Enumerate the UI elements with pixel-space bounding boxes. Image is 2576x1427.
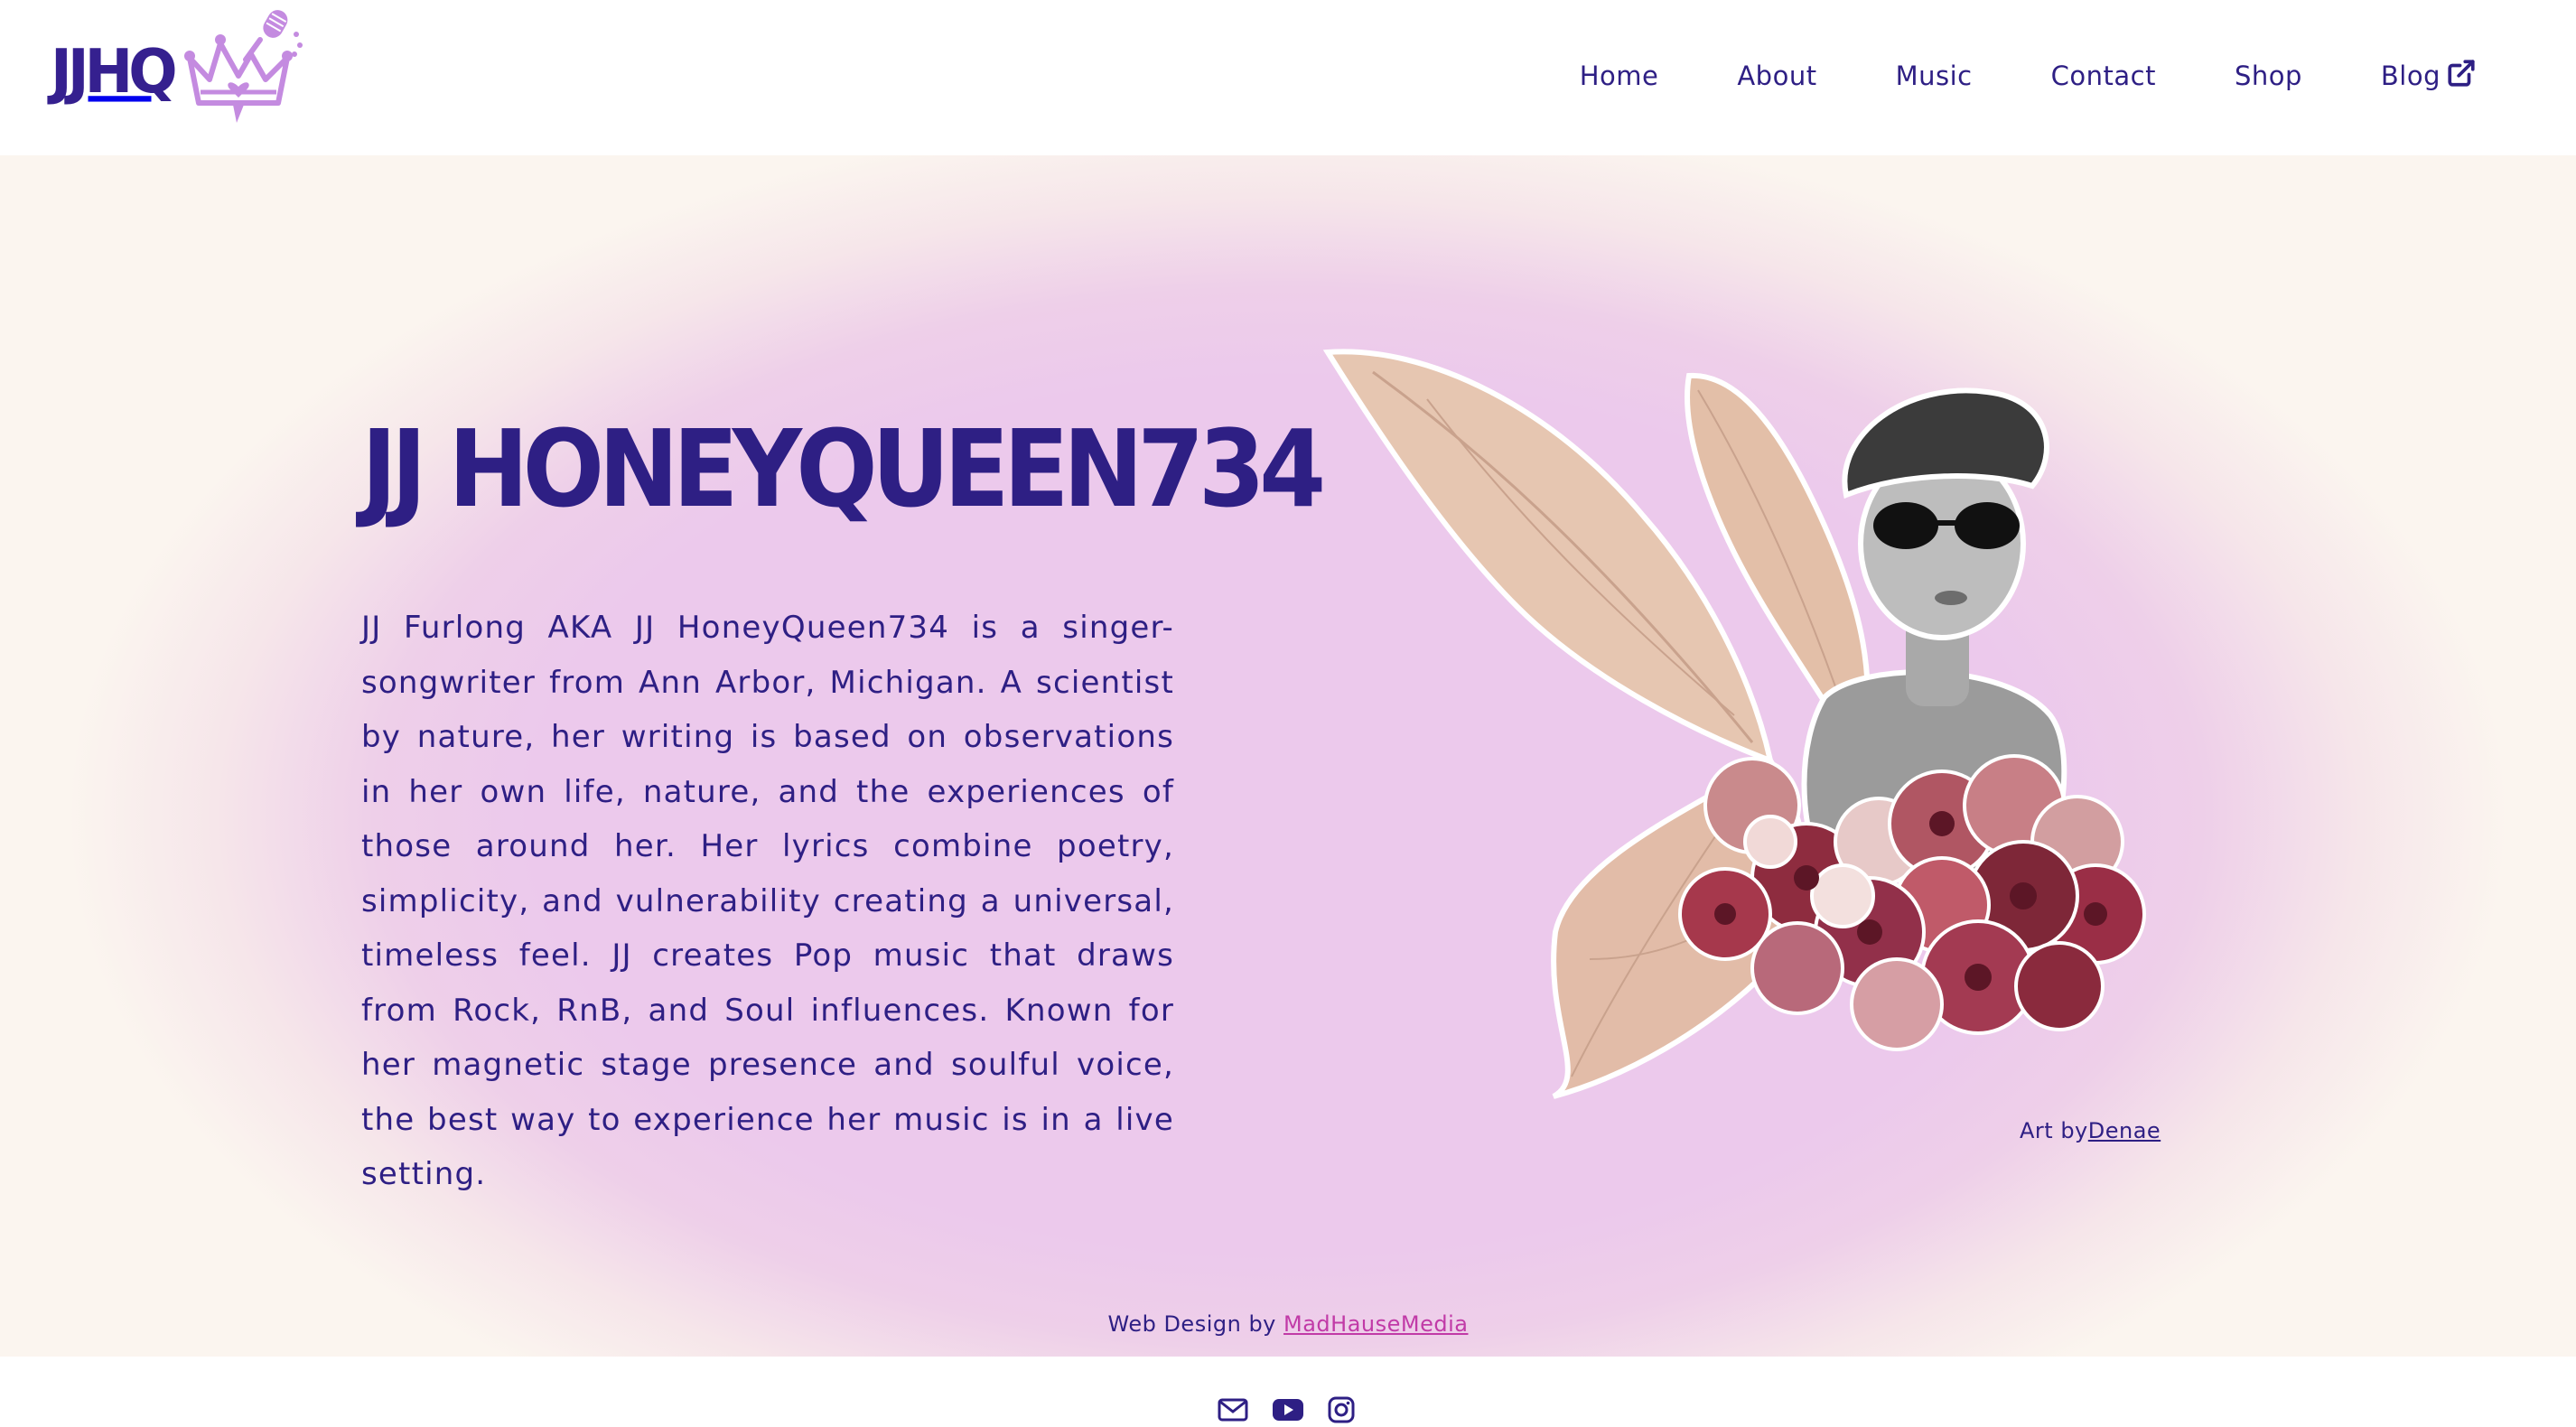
artist-collage-image <box>1319 336 2204 1113</box>
art-credit-link[interactable]: Denae <box>2088 1118 2161 1143</box>
instagram-icon[interactable] <box>1328 1396 1355 1427</box>
site-footer <box>0 1357 2576 1425</box>
web-design-prefix: Web Design by <box>1107 1311 1284 1337</box>
youtube-icon[interactable] <box>1272 1398 1304 1425</box>
nav-blog[interactable]: Blog <box>2381 58 2477 95</box>
web-design-credit: Web Design by MadHauseMedia <box>0 1311 2576 1337</box>
social-icons <box>1218 1396 1355 1427</box>
site-logo[interactable]: JJHQ <box>51 5 313 128</box>
web-design-link[interactable]: MadHauseMedia <box>1283 1311 1468 1337</box>
main-nav: Home About Music Contact Shop Blog <box>1580 52 2477 99</box>
site-header: JJHQ Home About Music Contact Shop Blog <box>0 0 2576 155</box>
external-link-icon <box>2446 58 2477 95</box>
art-credit-prefix: Art by <box>2020 1118 2088 1143</box>
art-credit: Art byDenae <box>2020 1118 2161 1143</box>
mail-icon[interactable] <box>1218 1398 1248 1425</box>
nav-contact[interactable]: Contact <box>2051 61 2156 91</box>
page-title: JJ HONEYQUEEN734 <box>361 408 1326 532</box>
nav-home[interactable]: Home <box>1580 61 1659 91</box>
logo-text: JJHQ <box>51 37 178 107</box>
nav-shop[interactable]: Shop <box>2235 61 2302 91</box>
nav-music[interactable]: Music <box>1896 61 1973 91</box>
hero-section: JJ HONEYQUEEN734 JJ Furlong AKA JJ Honey… <box>0 155 2576 1357</box>
nav-about[interactable]: About <box>1737 61 1816 91</box>
nav-blog-label: Blog <box>2380 61 2441 91</box>
crown-icon <box>181 4 307 130</box>
artist-bio: JJ Furlong AKA JJ HoneyQueen734 is a sin… <box>361 610 1174 1192</box>
